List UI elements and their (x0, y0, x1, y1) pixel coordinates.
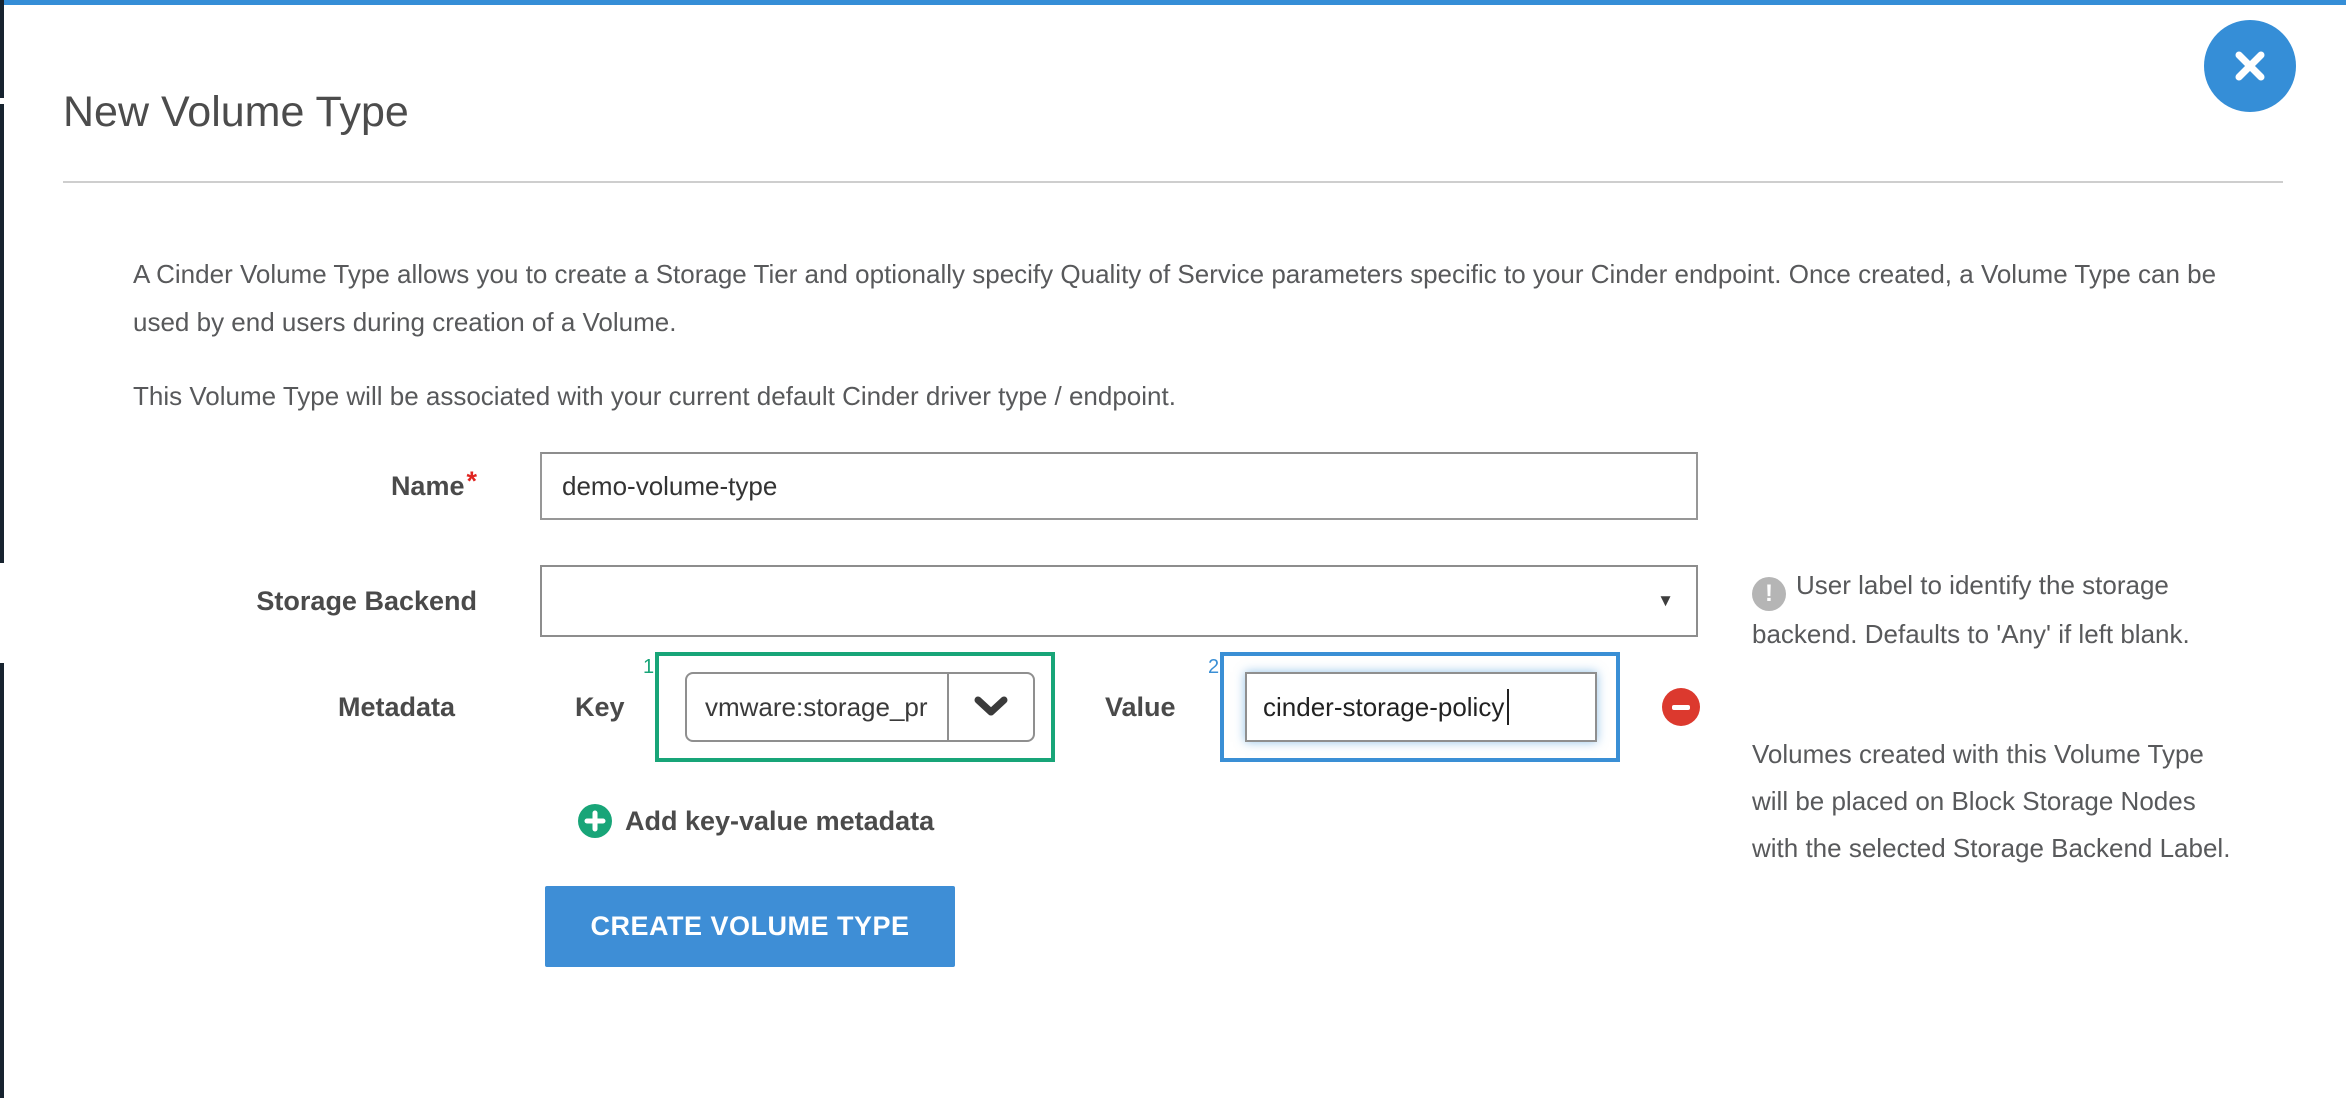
metadata-value-label: Value (1105, 652, 1176, 762)
metadata-value-text: cinder-storage-policy (1263, 692, 1504, 723)
modal-top-accent (0, 0, 2346, 5)
page-title: New Volume Type (63, 88, 409, 137)
remove-metadata-button[interactable] (1662, 688, 1700, 726)
annotation-number-1: 1 (643, 656, 654, 679)
title-divider (63, 181, 2283, 183)
background-sidebar-edge (0, 0, 4, 1098)
metadata-key-select[interactable]: vmware:storage_pr (685, 672, 1035, 742)
sidebar-edge-gap (0, 98, 4, 104)
annotation-number-2: 2 (1208, 656, 1219, 679)
dropdown-arrow-icon: ▼ (1657, 592, 1674, 609)
storage-backend-hint: !User label to identify the storage back… (1752, 562, 2238, 658)
storage-backend-label: Storage Backend (63, 565, 477, 637)
chevron-down-icon[interactable] (947, 674, 1033, 740)
close-icon (2227, 43, 2273, 89)
required-asterisk: * (466, 466, 477, 497)
metadata-key-label: Key (575, 652, 625, 762)
info-icon: ! (1752, 577, 1786, 611)
create-volume-type-button[interactable]: CREATE VOLUME TYPE (545, 886, 955, 967)
volume-placement-hint: Volumes created with this Volume Type wi… (1752, 731, 2244, 872)
new-volume-type-modal: New Volume Type A Cinder Volume Type all… (0, 0, 2346, 1098)
plus-icon (578, 804, 612, 838)
close-button[interactable] (2204, 20, 2296, 112)
intro-paragraph: This Volume Type will be associated with… (133, 372, 2223, 420)
metadata-value-input[interactable]: cinder-storage-policy (1245, 672, 1597, 742)
intro-paragraph: A Cinder Volume Type allows you to creat… (133, 250, 2223, 346)
name-label: Name* (63, 452, 477, 520)
metadata-key-value: vmware:storage_pr (687, 674, 947, 740)
text-cursor (1507, 689, 1509, 725)
add-metadata-label: Add key-value metadata (625, 806, 934, 837)
storage-backend-hint-text: User label to identify the storage backe… (1752, 570, 2190, 649)
sidebar-edge-gap (0, 563, 4, 663)
storage-backend-select[interactable]: ▼ (540, 565, 1698, 637)
add-metadata-link[interactable]: Add key-value metadata (578, 802, 934, 840)
name-input[interactable] (540, 452, 1698, 520)
metadata-label: Metadata (63, 652, 455, 762)
minus-icon (1672, 705, 1690, 710)
